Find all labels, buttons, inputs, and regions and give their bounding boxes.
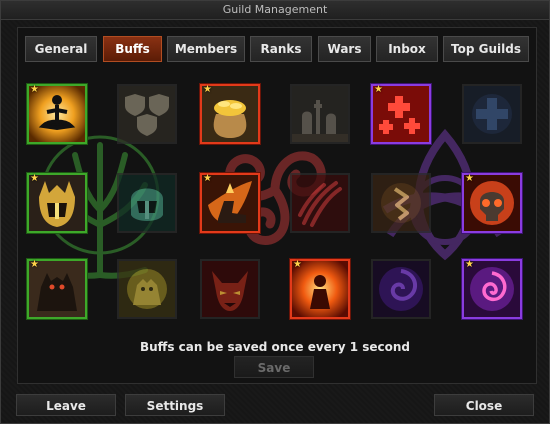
buff-slot[interactable]: ★ [27,259,87,319]
star-icon: ★ [374,84,383,95]
settings-button[interactable]: Settings [125,394,225,416]
star-icon: ★ [203,84,212,95]
star-icon: ★ [293,259,302,270]
close-button[interactable]: Close [434,394,534,416]
demon-face-icon [202,261,258,317]
buff-slot[interactable]: ★ [27,84,87,144]
star-icon: ★ [465,173,474,184]
star-icon: ★ [30,259,39,270]
buff-slot[interactable] [290,84,350,144]
star-icon: ★ [203,173,212,184]
purple-vortex-icon [373,261,429,317]
buff-slot[interactable] [200,259,260,319]
buff-slot[interactable] [290,173,350,233]
buff-slot[interactable]: ★ [462,173,522,233]
golden-beast-icon [119,261,175,317]
buff-slot[interactable]: ★ [371,84,431,144]
buff-save-message: Buffs can be saved once every 1 second [139,340,411,354]
rune-icon [373,175,429,231]
graveyard-icon [292,86,348,142]
claw-slash-icon [292,175,348,231]
buff-slot[interactable] [462,84,522,144]
buff-slot[interactable] [371,173,431,233]
buff-slot[interactable]: ★ [200,173,260,233]
buff-slot[interactable] [371,259,431,319]
green-helmet-icon [119,175,175,231]
save-button[interactable]: Save [234,356,314,378]
buff-slot[interactable]: ★ [290,259,350,319]
buff-slot[interactable] [117,84,177,144]
shields-icon [119,86,175,142]
buff-slot[interactable] [117,173,177,233]
blue-cross-icon [464,86,520,142]
buff-slot[interactable]: ★ [27,173,87,233]
star-icon: ★ [465,259,474,270]
buff-slot[interactable] [117,259,177,319]
leave-button[interactable]: Leave [16,394,116,416]
star-icon: ★ [30,173,39,184]
buff-grid: ★ ★ ★ ★ ★ ★ ★ ★ ★ [0,0,550,330]
buff-slot[interactable]: ★ [462,259,522,319]
star-icon: ★ [30,84,39,95]
buff-slot[interactable]: ★ [200,84,260,144]
